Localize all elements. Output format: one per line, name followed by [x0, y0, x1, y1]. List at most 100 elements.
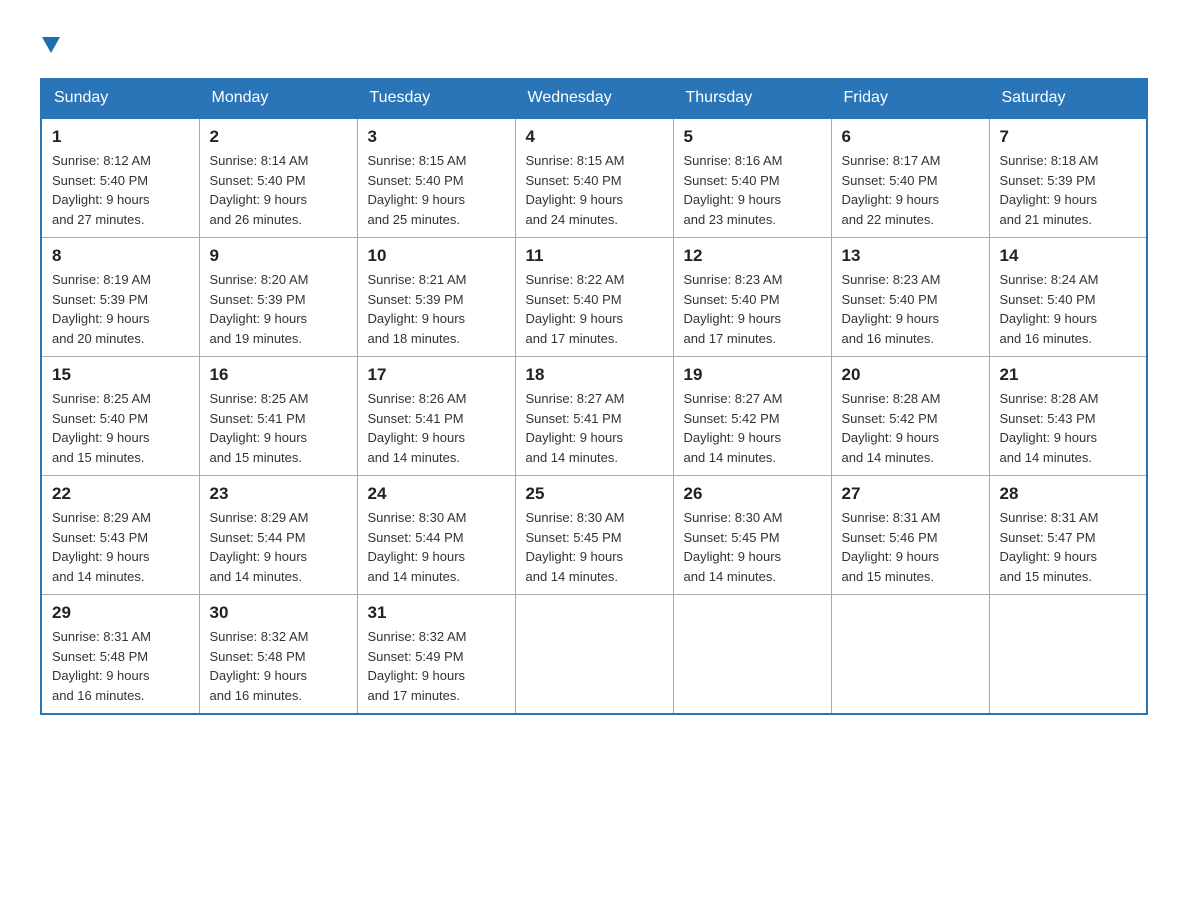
- day-info: Sunrise: 8:28 AM Sunset: 5:43 PM Dayligh…: [1000, 389, 1137, 467]
- day-cell-19: 19 Sunrise: 8:27 AM Sunset: 5:42 PM Dayl…: [673, 357, 831, 476]
- day-header-wednesday: Wednesday: [515, 79, 673, 119]
- day-info: Sunrise: 8:20 AM Sunset: 5:39 PM Dayligh…: [210, 270, 347, 348]
- day-cell-3: 3 Sunrise: 8:15 AM Sunset: 5:40 PM Dayli…: [357, 118, 515, 238]
- day-cell-26: 26 Sunrise: 8:30 AM Sunset: 5:45 PM Dayl…: [673, 476, 831, 595]
- day-cell-28: 28 Sunrise: 8:31 AM Sunset: 5:47 PM Dayl…: [989, 476, 1147, 595]
- week-row-5: 29 Sunrise: 8:31 AM Sunset: 5:48 PM Dayl…: [41, 595, 1147, 715]
- day-number: 11: [526, 246, 663, 266]
- day-number: 4: [526, 127, 663, 147]
- day-cell-27: 27 Sunrise: 8:31 AM Sunset: 5:46 PM Dayl…: [831, 476, 989, 595]
- day-info: Sunrise: 8:23 AM Sunset: 5:40 PM Dayligh…: [842, 270, 979, 348]
- day-cell-12: 12 Sunrise: 8:23 AM Sunset: 5:40 PM Dayl…: [673, 238, 831, 357]
- day-number: 10: [368, 246, 505, 266]
- day-info: Sunrise: 8:26 AM Sunset: 5:41 PM Dayligh…: [368, 389, 505, 467]
- day-info: Sunrise: 8:15 AM Sunset: 5:40 PM Dayligh…: [526, 151, 663, 229]
- day-info: Sunrise: 8:29 AM Sunset: 5:43 PM Dayligh…: [52, 508, 189, 586]
- day-cell-10: 10 Sunrise: 8:21 AM Sunset: 5:39 PM Dayl…: [357, 238, 515, 357]
- day-cell-15: 15 Sunrise: 8:25 AM Sunset: 5:40 PM Dayl…: [41, 357, 199, 476]
- day-info: Sunrise: 8:27 AM Sunset: 5:42 PM Dayligh…: [684, 389, 821, 467]
- day-cell-18: 18 Sunrise: 8:27 AM Sunset: 5:41 PM Dayl…: [515, 357, 673, 476]
- day-info: Sunrise: 8:24 AM Sunset: 5:40 PM Dayligh…: [1000, 270, 1137, 348]
- day-number: 28: [1000, 484, 1137, 504]
- day-number: 23: [210, 484, 347, 504]
- day-number: 15: [52, 365, 189, 385]
- day-info: Sunrise: 8:31 AM Sunset: 5:46 PM Dayligh…: [842, 508, 979, 586]
- day-info: Sunrise: 8:25 AM Sunset: 5:41 PM Dayligh…: [210, 389, 347, 467]
- day-info: Sunrise: 8:28 AM Sunset: 5:42 PM Dayligh…: [842, 389, 979, 467]
- day-cell-25: 25 Sunrise: 8:30 AM Sunset: 5:45 PM Dayl…: [515, 476, 673, 595]
- empty-cell: [673, 595, 831, 715]
- day-cell-31: 31 Sunrise: 8:32 AM Sunset: 5:49 PM Dayl…: [357, 595, 515, 715]
- day-number: 9: [210, 246, 347, 266]
- calendar-header-row: SundayMondayTuesdayWednesdayThursdayFrid…: [41, 79, 1147, 119]
- day-cell-22: 22 Sunrise: 8:29 AM Sunset: 5:43 PM Dayl…: [41, 476, 199, 595]
- day-info: Sunrise: 8:31 AM Sunset: 5:47 PM Dayligh…: [1000, 508, 1137, 586]
- day-info: Sunrise: 8:22 AM Sunset: 5:40 PM Dayligh…: [526, 270, 663, 348]
- day-number: 29: [52, 603, 189, 623]
- day-info: Sunrise: 8:31 AM Sunset: 5:48 PM Dayligh…: [52, 627, 189, 705]
- day-header-tuesday: Tuesday: [357, 79, 515, 119]
- logo-general: [40, 30, 60, 58]
- day-cell-30: 30 Sunrise: 8:32 AM Sunset: 5:48 PM Dayl…: [199, 595, 357, 715]
- day-info: Sunrise: 8:14 AM Sunset: 5:40 PM Dayligh…: [210, 151, 347, 229]
- day-cell-6: 6 Sunrise: 8:17 AM Sunset: 5:40 PM Dayli…: [831, 118, 989, 238]
- day-info: Sunrise: 8:12 AM Sunset: 5:40 PM Dayligh…: [52, 151, 189, 229]
- day-cell-11: 11 Sunrise: 8:22 AM Sunset: 5:40 PM Dayl…: [515, 238, 673, 357]
- week-row-3: 15 Sunrise: 8:25 AM Sunset: 5:40 PM Dayl…: [41, 357, 1147, 476]
- day-info: Sunrise: 8:18 AM Sunset: 5:39 PM Dayligh…: [1000, 151, 1137, 229]
- day-cell-13: 13 Sunrise: 8:23 AM Sunset: 5:40 PM Dayl…: [831, 238, 989, 357]
- empty-cell: [831, 595, 989, 715]
- day-number: 24: [368, 484, 505, 504]
- day-number: 7: [1000, 127, 1137, 147]
- empty-cell: [989, 595, 1147, 715]
- day-number: 17: [368, 365, 505, 385]
- day-cell-20: 20 Sunrise: 8:28 AM Sunset: 5:42 PM Dayl…: [831, 357, 989, 476]
- day-number: 8: [52, 246, 189, 266]
- day-number: 12: [684, 246, 821, 266]
- day-header-thursday: Thursday: [673, 79, 831, 119]
- empty-cell: [515, 595, 673, 715]
- day-number: 6: [842, 127, 979, 147]
- day-cell-1: 1 Sunrise: 8:12 AM Sunset: 5:40 PM Dayli…: [41, 118, 199, 238]
- day-header-sunday: Sunday: [41, 79, 199, 119]
- day-number: 30: [210, 603, 347, 623]
- day-cell-9: 9 Sunrise: 8:20 AM Sunset: 5:39 PM Dayli…: [199, 238, 357, 357]
- day-cell-23: 23 Sunrise: 8:29 AM Sunset: 5:44 PM Dayl…: [199, 476, 357, 595]
- day-info: Sunrise: 8:32 AM Sunset: 5:48 PM Dayligh…: [210, 627, 347, 705]
- day-cell-24: 24 Sunrise: 8:30 AM Sunset: 5:44 PM Dayl…: [357, 476, 515, 595]
- day-number: 5: [684, 127, 821, 147]
- day-info: Sunrise: 8:30 AM Sunset: 5:44 PM Dayligh…: [368, 508, 505, 586]
- day-info: Sunrise: 8:30 AM Sunset: 5:45 PM Dayligh…: [526, 508, 663, 586]
- day-info: Sunrise: 8:32 AM Sunset: 5:49 PM Dayligh…: [368, 627, 505, 705]
- day-info: Sunrise: 8:29 AM Sunset: 5:44 PM Dayligh…: [210, 508, 347, 586]
- day-cell-16: 16 Sunrise: 8:25 AM Sunset: 5:41 PM Dayl…: [199, 357, 357, 476]
- day-info: Sunrise: 8:27 AM Sunset: 5:41 PM Dayligh…: [526, 389, 663, 467]
- calendar-table: SundayMondayTuesdayWednesdayThursdayFrid…: [40, 78, 1148, 715]
- day-info: Sunrise: 8:19 AM Sunset: 5:39 PM Dayligh…: [52, 270, 189, 348]
- day-cell-17: 17 Sunrise: 8:26 AM Sunset: 5:41 PM Dayl…: [357, 357, 515, 476]
- day-number: 14: [1000, 246, 1137, 266]
- week-row-2: 8 Sunrise: 8:19 AM Sunset: 5:39 PM Dayli…: [41, 238, 1147, 357]
- day-info: Sunrise: 8:23 AM Sunset: 5:40 PM Dayligh…: [684, 270, 821, 348]
- day-info: Sunrise: 8:15 AM Sunset: 5:40 PM Dayligh…: [368, 151, 505, 229]
- day-number: 13: [842, 246, 979, 266]
- day-header-saturday: Saturday: [989, 79, 1147, 119]
- logo: [40, 30, 60, 58]
- day-info: Sunrise: 8:21 AM Sunset: 5:39 PM Dayligh…: [368, 270, 505, 348]
- day-cell-5: 5 Sunrise: 8:16 AM Sunset: 5:40 PM Dayli…: [673, 118, 831, 238]
- day-number: 27: [842, 484, 979, 504]
- day-cell-21: 21 Sunrise: 8:28 AM Sunset: 5:43 PM Dayl…: [989, 357, 1147, 476]
- day-info: Sunrise: 8:16 AM Sunset: 5:40 PM Dayligh…: [684, 151, 821, 229]
- day-info: Sunrise: 8:25 AM Sunset: 5:40 PM Dayligh…: [52, 389, 189, 467]
- day-number: 2: [210, 127, 347, 147]
- day-cell-7: 7 Sunrise: 8:18 AM Sunset: 5:39 PM Dayli…: [989, 118, 1147, 238]
- day-number: 1: [52, 127, 189, 147]
- day-cell-8: 8 Sunrise: 8:19 AM Sunset: 5:39 PM Dayli…: [41, 238, 199, 357]
- day-number: 25: [526, 484, 663, 504]
- page-header: [40, 30, 1148, 58]
- day-number: 22: [52, 484, 189, 504]
- day-header-monday: Monday: [199, 79, 357, 119]
- day-number: 31: [368, 603, 505, 623]
- day-number: 20: [842, 365, 979, 385]
- day-cell-2: 2 Sunrise: 8:14 AM Sunset: 5:40 PM Dayli…: [199, 118, 357, 238]
